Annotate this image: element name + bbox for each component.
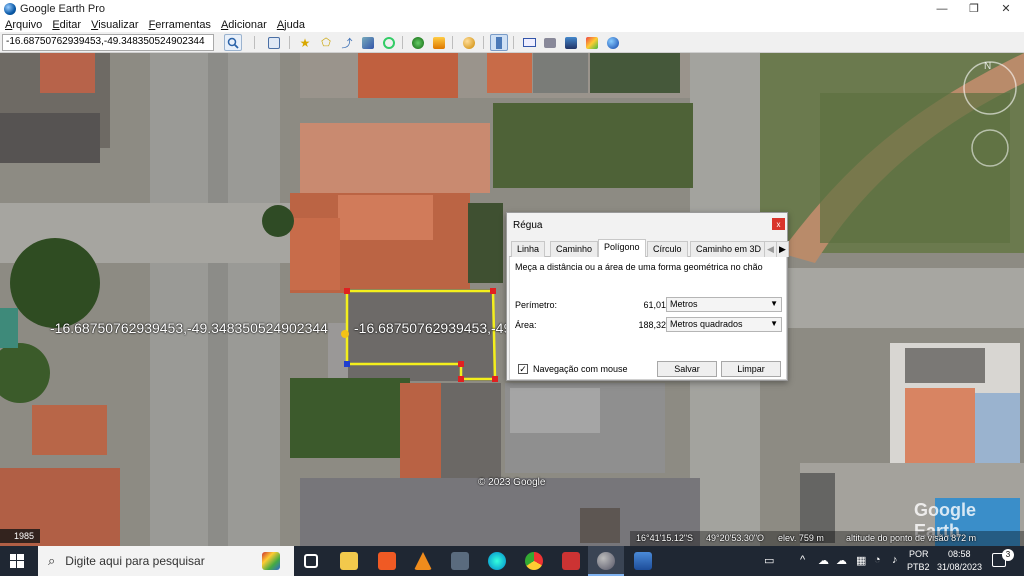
google-earth-app-icon xyxy=(4,2,16,15)
placemark-icon[interactable]: ★ xyxy=(296,34,314,51)
polygon-panel: Meça a distância ou a área de uma forma … xyxy=(509,257,787,380)
brave-icon[interactable] xyxy=(378,552,396,570)
clock-time[interactable]: 08:58 xyxy=(948,549,971,559)
ruler-icon[interactable] xyxy=(490,34,508,51)
taskbar-search-placeholder: Digite aqui para pesquisar xyxy=(65,554,205,568)
chevron-down-icon: ▼ xyxy=(770,299,778,308)
tab-scroll-right-icon[interactable]: ▶ xyxy=(776,241,789,257)
onedrive-icon[interactable]: ☁ xyxy=(836,554,847,567)
earth-icon[interactable] xyxy=(604,34,622,51)
historical-year-badge[interactable]: 1985 xyxy=(0,529,40,543)
notification-count: 3 xyxy=(1002,549,1014,561)
coordinate-label-left: -16.68750762939453,-49.348350524902344 xyxy=(50,320,328,336)
menu-ajuda[interactable]: Ajuda xyxy=(272,19,310,31)
volume-icon[interactable]: ♪ xyxy=(892,554,898,566)
ruler-dialog: Régua x Linha Caminho Polígono Círculo C… xyxy=(506,212,789,381)
tab-linha[interactable]: Linha xyxy=(511,241,546,257)
historical-year: 1985 xyxy=(14,531,35,541)
svg-text:N: N xyxy=(984,61,991,72)
google-earth-taskbar-button[interactable] xyxy=(588,546,624,576)
clear-button[interactable]: Limpar xyxy=(721,361,781,377)
search-input[interactable]: -16.68750762939453,-49.348350524902344 xyxy=(2,34,214,51)
taskbar: ⌕ Digite aqui para pesquisar ▭ ^ ☁ ☁ ▦ ◔… xyxy=(0,546,1024,576)
windows-start-icon[interactable] xyxy=(10,554,24,568)
title-bar: Google Earth Pro — ❐ ✕ xyxy=(0,0,1024,17)
task-view-icon[interactable] xyxy=(304,554,318,568)
restore-icon[interactable]: ❐ xyxy=(958,0,990,17)
tab-scroll-left-icon[interactable]: ◀ xyxy=(764,241,777,257)
email-icon[interactable] xyxy=(520,34,538,51)
taskbar-search-box[interactable]: ⌕ Digite aqui para pesquisar xyxy=(38,546,294,576)
vlc-icon[interactable] xyxy=(414,552,432,570)
coordinate-label-right: -16.68750762939453,-49 xyxy=(354,320,512,336)
perimeter-unit-select[interactable]: Metros ▼ xyxy=(666,297,782,312)
sunlight-icon[interactable] xyxy=(430,34,448,51)
pdf-reader-icon[interactable] xyxy=(562,552,580,570)
print-icon[interactable] xyxy=(541,34,559,51)
dialog-title: Régua xyxy=(513,220,543,231)
keyboard-layout[interactable]: PTB2 xyxy=(907,562,930,572)
sidebar-toggle-icon[interactable] xyxy=(265,34,283,51)
tab-circulo[interactable]: Círculo xyxy=(647,241,688,257)
perimeter-label: Perímetro: xyxy=(515,300,558,310)
area-unit-select[interactable]: Metros quadrados ▼ xyxy=(666,317,782,332)
network-icon[interactable]: ▦ xyxy=(856,554,866,567)
close-window-icon[interactable]: ✕ xyxy=(990,0,1022,17)
tab-caminho-3d[interactable]: Caminho em 3D xyxy=(690,241,768,257)
menu-editar[interactable]: Editar xyxy=(47,19,86,31)
google-earth-icon xyxy=(597,552,615,570)
menu-arquivo[interactable]: Arquivo xyxy=(0,19,47,31)
file-explorer-icon[interactable] xyxy=(340,552,358,570)
taskbar-thumbnail-icon[interactable] xyxy=(262,552,280,570)
panel-description: Meça a distância ou a área de uma forma … xyxy=(515,262,763,272)
minimize-icon[interactable]: — xyxy=(926,0,958,17)
tab-caminho[interactable]: Caminho xyxy=(550,241,599,257)
language-indicator[interactable]: POR xyxy=(909,549,929,559)
close-icon: x xyxy=(776,219,781,229)
wifi-icon[interactable]: ◔ xyxy=(874,554,881,566)
perimeter-unit: Metros xyxy=(670,299,698,309)
historical-imagery-icon[interactable] xyxy=(409,34,427,51)
ruler-tabs: Linha Caminho Polígono Círculo Caminho e… xyxy=(509,239,789,258)
menu-adicionar[interactable]: Adicionar xyxy=(216,19,272,31)
edge-icon[interactable] xyxy=(488,552,506,570)
menu-ferramentas[interactable]: Ferramentas xyxy=(144,19,216,31)
perimeter-value: 61,01 xyxy=(643,300,666,310)
search-icon: ⌕ xyxy=(48,553,56,568)
overlay-icon[interactable] xyxy=(359,34,377,51)
menu-bar: Arquivo Editar Visualizar Ferramentas Ad… xyxy=(0,17,1024,32)
planets-icon[interactable] xyxy=(460,34,478,51)
calculator-icon[interactable] xyxy=(451,552,469,570)
search-icon[interactable] xyxy=(224,34,242,51)
area-unit: Metros quadrados xyxy=(670,319,743,329)
latitude-readout: 16°41'15.12"S xyxy=(636,533,694,543)
save-button[interactable]: Salvar xyxy=(657,361,717,377)
chevron-down-icon: ▼ xyxy=(770,319,778,328)
eye-altitude-readout: altitude do ponto de visão 872 m xyxy=(846,533,977,543)
elevation-readout: elev. 759 m xyxy=(778,533,824,543)
chrome-icon[interactable] xyxy=(525,552,543,570)
tour-icon[interactable] xyxy=(380,34,398,51)
longitude-readout: 49°20'53.30"O xyxy=(706,533,765,543)
polygon-icon[interactable]: ⬠ xyxy=(317,34,335,51)
tray-chevron-icon[interactable]: ^ xyxy=(800,554,805,566)
tab-poligono[interactable]: Polígono xyxy=(598,239,646,258)
close-dialog-button[interactable]: x xyxy=(772,218,785,230)
menu-visualizar[interactable]: Visualizar xyxy=(86,19,144,31)
mouse-navigation-checkbox[interactable]: ✓ xyxy=(518,364,528,374)
window-title: Google Earth Pro xyxy=(20,2,105,15)
weather-icon[interactable]: ☁ xyxy=(818,554,829,567)
toolbar: -16.68750762939453,-49.348350524902344 ★… xyxy=(0,32,1024,53)
area-label: Área: xyxy=(515,320,537,330)
tray-device-icon[interactable]: ▭ xyxy=(764,554,774,567)
photos-icon[interactable] xyxy=(634,552,652,570)
copyright-label: © 2023 Google xyxy=(478,477,546,488)
path-icon[interactable]: ⤴ xyxy=(338,34,356,51)
clock-date[interactable]: 31/08/2023 xyxy=(937,562,982,572)
save-image-icon[interactable] xyxy=(562,34,580,51)
area-value: 188,32 xyxy=(638,320,666,330)
mouse-navigation-label: Navegação com mouse xyxy=(533,364,628,374)
maps-icon[interactable] xyxy=(583,34,601,51)
